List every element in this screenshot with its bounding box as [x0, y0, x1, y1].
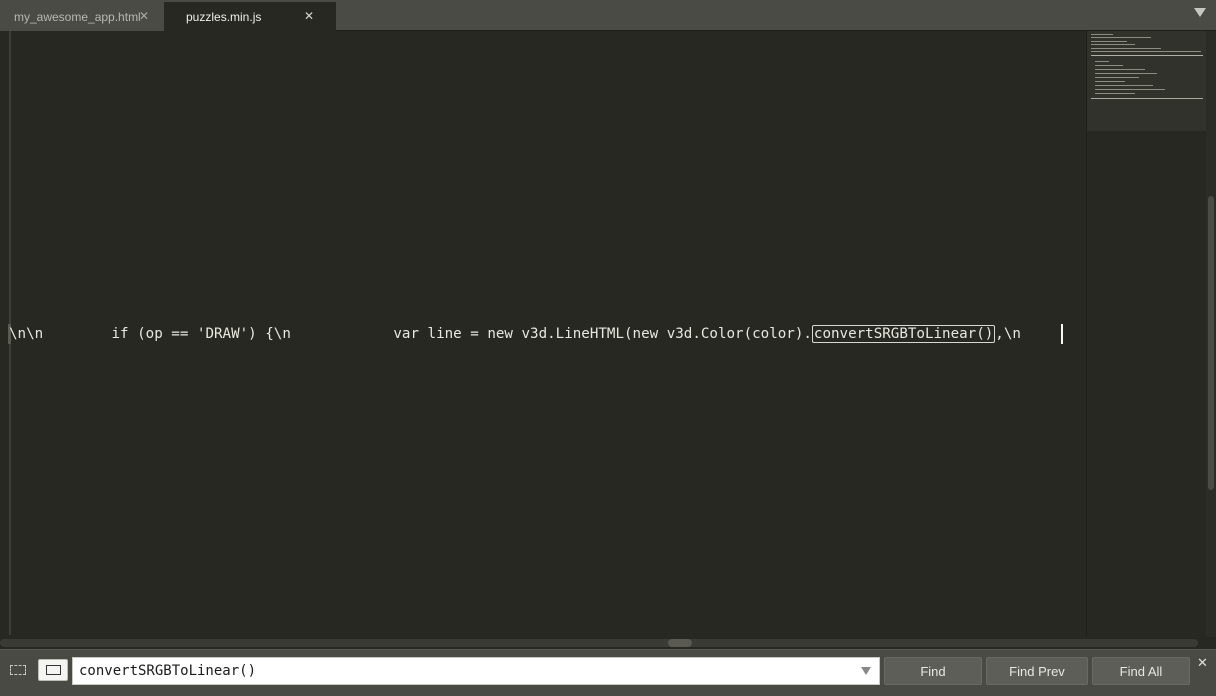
scrollbar-thumb[interactable]	[668, 639, 692, 647]
search-match-highlight: convertSRGBToLinear()	[811, 325, 996, 343]
text-cursor	[1061, 324, 1063, 344]
find-input[interactable]: convertSRGBToLinear()	[72, 657, 880, 685]
close-icon[interactable]: ✕	[139, 9, 149, 23]
minimap-line	[1091, 34, 1113, 35]
code-editor[interactable]: \n\n if (op == 'DRAW') {\n var line = ne…	[0, 31, 1086, 637]
in-selection-toggle[interactable]	[3, 659, 33, 681]
minimap-line	[1095, 81, 1125, 82]
find-prev-button[interactable]: Find Prev	[986, 657, 1088, 685]
minimap-line	[1091, 44, 1135, 45]
minimap-line	[1095, 77, 1139, 78]
code-text: \n\n if (op == 'DRAW') {\n var line = ne…	[9, 326, 812, 342]
minimap-line	[1091, 41, 1127, 42]
minimap-line	[1091, 51, 1201, 52]
minimap-line	[1095, 61, 1109, 62]
code-text: ,\n	[995, 326, 1021, 342]
minimap-line	[1095, 69, 1145, 70]
minimap-line	[1095, 85, 1153, 86]
minimap-line	[1095, 73, 1157, 74]
close-icon[interactable]: ✕	[1197, 656, 1208, 671]
close-icon[interactable]: ✕	[304, 9, 314, 23]
minimap-line	[1091, 55, 1203, 56]
find-button[interactable]: Find	[884, 657, 982, 685]
history-dropdown-icon[interactable]	[861, 667, 871, 675]
tab-puzzles-min-js[interactable]: puzzles.min.js ✕	[164, 2, 336, 31]
minimap-line	[1095, 65, 1123, 66]
horizontal-scrollbar[interactable]	[0, 637, 1216, 649]
minimap-line	[1091, 98, 1203, 99]
minimap-line	[1091, 37, 1151, 38]
scrollbar-track[interactable]	[0, 639, 1198, 647]
minimap[interactable]	[1086, 31, 1207, 637]
vertical-scrollbar[interactable]	[1206, 31, 1216, 637]
find-panel: convertSRGBToLinear() Find Find Prev Fin…	[0, 649, 1216, 696]
minimap-line	[1091, 48, 1161, 49]
wrap-toggle[interactable]	[38, 659, 68, 681]
code-line[interactable]: \n\n if (op == 'DRAW') {\n var line = ne…	[9, 324, 1021, 344]
scrollbar-thumb[interactable]	[1208, 196, 1214, 490]
in-selection-icon	[10, 665, 26, 675]
wrap-icon	[45, 665, 61, 675]
tab-bar: my_awesome_app.html ✕ puzzles.min.js ✕	[0, 0, 1216, 31]
tab-label: my_awesome_app.html	[14, 9, 141, 24]
chevron-down-icon[interactable]	[1194, 8, 1206, 17]
minimap-line	[1095, 93, 1135, 94]
find-all-button[interactable]: Find All	[1092, 657, 1190, 685]
tab-label: puzzles.min.js	[186, 9, 262, 24]
minimap-line	[1095, 89, 1165, 90]
tab-my-awesome-app[interactable]: my_awesome_app.html ✕	[0, 2, 164, 31]
